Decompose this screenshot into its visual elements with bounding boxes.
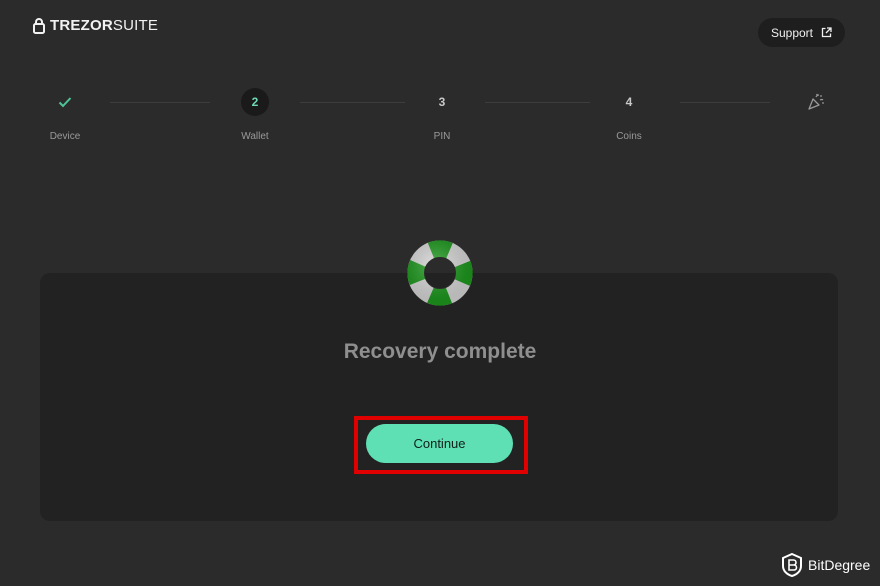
bitdegree-watermark: BitDegree <box>782 553 870 577</box>
lifebuoy-icon <box>407 240 473 306</box>
step-label: Coins <box>616 131 642 142</box>
support-button[interactable]: Support <box>758 18 845 47</box>
logo-text-bold: TREZOR <box>50 17 113 34</box>
step-connector <box>300 102 405 103</box>
recovery-card <box>40 273 838 521</box>
step-connector <box>485 102 590 103</box>
step-number: 4 <box>625 95 633 109</box>
step-final <box>776 88 856 116</box>
step-connector <box>110 102 210 103</box>
continue-button-label: Continue <box>413 436 466 451</box>
step-device: Device <box>25 88 105 142</box>
step-connector <box>680 102 770 103</box>
checkmark-icon <box>51 88 79 116</box>
bitdegree-logo-icon <box>782 553 802 577</box>
step-coins: 4 Coins <box>589 88 669 142</box>
continue-button[interactable]: Continue <box>366 424 513 463</box>
support-button-label: Support <box>770 25 814 40</box>
step-pin: 3 PIN <box>402 88 482 142</box>
step-label: Device <box>49 131 81 142</box>
external-link-icon <box>821 27 832 38</box>
onboarding-stepper: Device 2 Wallet 3 PIN 4 Coins <box>0 88 880 148</box>
step-label: PIN <box>433 131 451 142</box>
step-number: 3 <box>438 95 446 109</box>
recovery-complete-title: Recovery complete <box>343 340 537 363</box>
trezor-suite-logo: TREZORSUITE <box>33 17 158 34</box>
step-label: Wallet <box>241 131 269 142</box>
watermark-text: BitDegree <box>808 557 871 573</box>
step-number: 2 <box>241 88 269 116</box>
party-popper-icon <box>802 88 830 116</box>
logo-text: TREZORSUITE <box>50 17 158 34</box>
step-wallet: 2 Wallet <box>215 88 295 142</box>
logo-text-light: SUITE <box>112 17 159 34</box>
lock-icon <box>33 18 45 34</box>
